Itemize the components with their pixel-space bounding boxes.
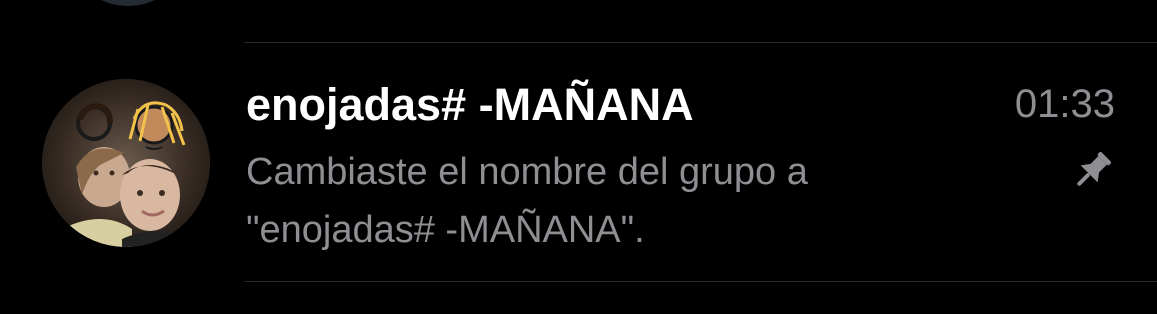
chat-title: enojadas# -MAÑANA <box>246 79 694 130</box>
chat-list-item[interactable]: enojadas# -MAÑANA 01:33 Cambiaste el nom… <box>0 43 1157 281</box>
group-photo-icon <box>42 79 210 247</box>
preview-line-1: Cambiaste el nombre del grupo a <box>246 151 808 193</box>
chat-timestamp: 01:33 <box>1014 82 1115 126</box>
previous-chat-avatar[interactable] <box>78 0 178 6</box>
row-divider <box>244 281 1157 282</box>
last-message-preview: Cambiaste el nombre del grupo a "enojada… <box>246 143 986 259</box>
pin-icon <box>1068 147 1116 195</box>
group-avatar[interactable] <box>42 79 210 247</box>
preview-line-2: "enojadas# -MAÑANA". <box>246 209 645 251</box>
